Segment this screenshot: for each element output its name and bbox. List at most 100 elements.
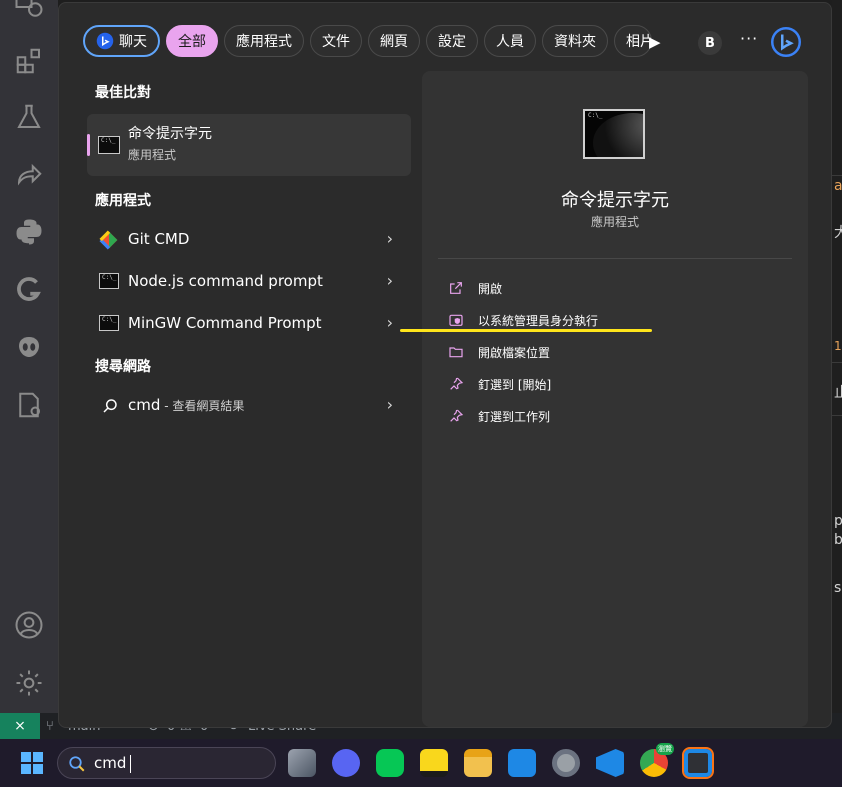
action-label: 釘選到工作列 — [478, 409, 551, 424]
command-prompt-icon: C:\_ — [98, 136, 120, 154]
chip-documents[interactable]: 文件 — [310, 25, 362, 57]
chip-apps[interactable]: 應用程式 — [224, 25, 304, 57]
account-avatar[interactable]: B — [698, 31, 722, 55]
action-run-as-admin[interactable]: 以系統管理員身分執行 — [448, 309, 598, 331]
editor-fragment: s — [834, 580, 842, 596]
open-external-icon — [450, 282, 462, 294]
best-match-item[interactable]: C:\_ 命令提示字元 應用程式 — [87, 114, 411, 176]
chip-chat[interactable]: 聊天 — [83, 25, 160, 57]
command-prompt-large-icon: C:\_ — [583, 109, 645, 159]
search-flyout: 聊天 全部 應用程式 文件 網頁 設定 人員 資料夾 相片 ▶ B ··· 最佳… — [58, 2, 832, 728]
detail-app-type: 應用程式 — [590, 215, 639, 229]
activity-bar — [0, 0, 58, 713]
selection-indicator — [87, 134, 90, 156]
editor-fragment: b — [834, 532, 842, 548]
app-item-nodejs-prompt[interactable]: C:\_ Node.js command prompt › — [87, 262, 411, 300]
detail-app-name: 命令提示字元 — [561, 190, 669, 211]
best-match-name: 命令提示字元 — [128, 126, 212, 142]
action-label: 釘選到 [開始] — [478, 377, 552, 392]
task-view-icon[interactable] — [288, 749, 316, 777]
action-open[interactable]: 開啟 — [448, 277, 502, 299]
settings-gear-icon[interactable] — [12, 666, 46, 700]
chip-all[interactable]: 全部 — [166, 25, 218, 57]
chevron-right-icon[interactable]: › — [387, 271, 393, 290]
best-match-heading: 最佳比對 — [95, 85, 151, 101]
branch-icon: ⑂ — [46, 719, 54, 734]
search-filter-chips: 聊天 全部 應用程式 文件 網頁 設定 人員 資料夾 相片 — [83, 25, 652, 59]
extensions-icon[interactable] — [12, 44, 46, 78]
chevron-right-icon[interactable]: › — [387, 229, 393, 248]
taskbar-search-box[interactable]: cmd — [57, 747, 276, 779]
remote-indicator-button[interactable]: ⨯ — [0, 713, 40, 739]
vscode-icon[interactable] — [596, 749, 624, 777]
alien-extension-icon[interactable] — [12, 330, 46, 364]
web-search-suffix: - 查看網頁結果 — [160, 399, 245, 413]
settings-app-icon[interactable] — [552, 749, 580, 777]
folder-icon — [449, 347, 463, 358]
chip-photos[interactable]: 相片 — [614, 25, 652, 57]
chip-label: 網頁 — [380, 34, 408, 50]
app-item-git-cmd[interactable]: Git CMD › — [87, 220, 411, 258]
virtualbox-icon[interactable] — [682, 747, 714, 779]
live-share-icon[interactable] — [12, 158, 46, 192]
discord-icon[interactable] — [332, 749, 360, 777]
chrome-profile-badge: 瀏覽 — [656, 743, 674, 755]
mail-icon[interactable] — [508, 749, 536, 777]
pin-icon — [450, 377, 464, 390]
python-icon[interactable] — [12, 215, 46, 249]
action-label: 開啟檔案位置 — [478, 345, 551, 360]
search-web-heading: 搜尋網路 — [95, 359, 151, 375]
more-options-button[interactable]: ··· — [740, 29, 758, 48]
chrome-icon[interactable]: 瀏覽 — [640, 743, 674, 777]
action-pin-to-start[interactable]: 釘選到 [開始] — [448, 373, 551, 395]
chip-label: 設定 — [438, 34, 466, 50]
chip-people[interactable]: 人員 — [484, 25, 536, 57]
chip-label: 資料夾 — [554, 34, 596, 50]
command-prompt-icon: C:\_ — [99, 273, 119, 289]
editor-fragment: p — [834, 513, 842, 529]
search-icon — [103, 399, 117, 413]
chip-label: 聊天 — [119, 34, 147, 50]
action-open-file-location[interactable]: 開啟檔案位置 — [448, 341, 550, 363]
action-pin-to-taskbar[interactable]: 釘選到工作列 — [448, 405, 550, 427]
app-item-label: Node.js command prompt — [128, 272, 323, 290]
action-label: 以系統管理員身分執行 — [478, 313, 599, 328]
highlight-underline — [400, 329, 652, 332]
web-search-label: cmd - 查看網頁結果 — [128, 396, 244, 414]
chips-scroll-right-icon[interactable]: ▶ — [649, 33, 661, 51]
line-icon[interactable] — [376, 749, 404, 777]
chevron-right-icon[interactable]: › — [387, 313, 393, 332]
best-match-type: 應用程式 — [128, 148, 177, 162]
testing-flask-icon[interactable] — [12, 100, 46, 134]
chip-web[interactable]: 網頁 — [368, 25, 420, 57]
action-label: 開啟 — [478, 281, 503, 296]
windows-start-icon[interactable] — [21, 752, 43, 774]
gitlens-icon[interactable] — [12, 273, 46, 307]
chip-label: 應用程式 — [236, 34, 292, 50]
chip-settings[interactable]: 設定 — [426, 25, 478, 57]
git-cmd-icon — [99, 230, 118, 250]
pin-icon — [450, 409, 464, 422]
editor-fragment: 大 — [834, 225, 842, 241]
web-search-query: cmd — [128, 396, 161, 414]
taskbar: cmd 瀏覽 — [0, 739, 842, 787]
chip-folders[interactable]: 資料夾 — [542, 25, 608, 57]
command-prompt-icon: C:\_ — [99, 315, 119, 331]
chevron-right-icon[interactable]: › — [387, 395, 393, 414]
search-icon — [69, 756, 85, 772]
divider — [438, 258, 792, 259]
editor-fragment: 止 — [834, 385, 842, 401]
file-explorer-icon[interactable] — [464, 749, 492, 777]
bing-icon[interactable] — [771, 27, 801, 57]
app-item-label: MinGW Command Prompt — [128, 314, 322, 332]
taskbar-search-value: cmd — [94, 754, 127, 772]
detail-pane: C:\_ 命令提示字元 應用程式 開啟 以系統管理員身分執行 開啟檔案位置 釘選… — [422, 71, 808, 727]
web-search-item[interactable]: cmd - 查看網頁結果 › — [87, 386, 411, 424]
app-item-label: Git CMD — [128, 230, 190, 248]
accounts-icon[interactable] — [12, 608, 46, 642]
remote-explorer-icon[interactable] — [12, 0, 46, 24]
app-item-mingw-prompt[interactable]: C:\_ MinGW Command Prompt › — [87, 304, 411, 342]
cpp-extension-icon[interactable] — [12, 388, 46, 422]
sticky-notes-icon[interactable] — [420, 749, 448, 777]
text-caret — [130, 755, 131, 773]
